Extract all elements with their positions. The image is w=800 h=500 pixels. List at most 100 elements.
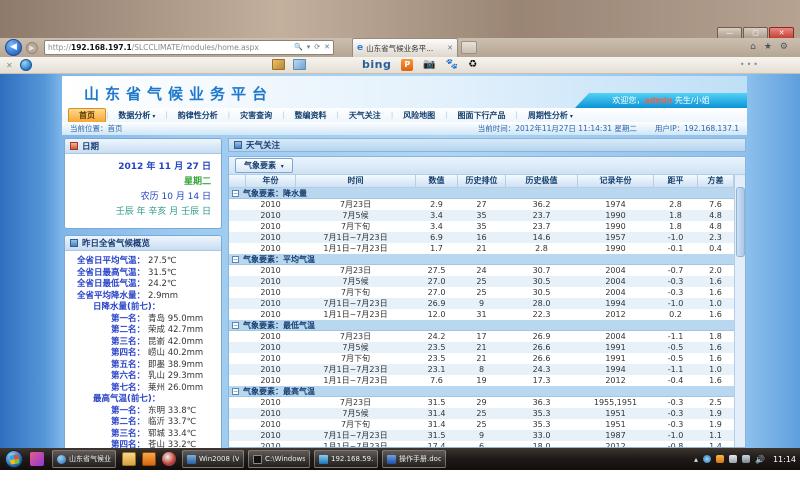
table-cell: 27.0 <box>416 287 458 298</box>
table-cell: -1.0 <box>654 298 698 309</box>
start-button[interactable] <box>5 450 23 468</box>
table-cell: 2012 <box>578 309 654 320</box>
mail-icon[interactable] <box>293 59 306 70</box>
sidebar: 日期 2012 年 11 月 27 日 星期二 农历 10 月 14 日 壬辰 … <box>64 138 222 448</box>
home-icon[interactable]: ⌂ <box>750 42 756 52</box>
table-row[interactable]: 20101月1日~7月23日7.61917.32012-0.41.6 <box>229 375 734 386</box>
nav-item-8[interactable]: 图面下行产品 <box>448 109 516 122</box>
search-icon[interactable]: 🔍 <box>294 41 303 54</box>
close-sidebar-icon[interactable]: ✕ <box>6 61 13 70</box>
system-tray: ▴ 🔊 11:14 <box>694 450 796 468</box>
table-row[interactable]: 20107月5候31.42535.31951-0.31.9 <box>229 408 734 419</box>
camera-icon[interactable]: 📷 <box>423 59 435 70</box>
more-options-icon[interactable]: ••• <box>740 60 760 69</box>
column-header[interactable]: 记录年份 <box>578 175 654 188</box>
table-cell: 31.4 <box>416 408 458 419</box>
refresh-icon[interactable]: ⟳ <box>314 41 320 54</box>
paw-icon[interactable]: 🐾 <box>446 59 458 70</box>
taskbar-window-button[interactable]: 192.168.59.99... <box>314 450 378 468</box>
settings-gear-icon[interactable]: ⚙ <box>780 42 788 52</box>
column-header[interactable]: 数值 <box>416 175 458 188</box>
table-row[interactable]: 20107月1日~7月23日6.91614.61957-1.02.3 <box>229 232 734 243</box>
taskbar-clock[interactable]: 11:14 <box>773 455 796 464</box>
nav-item-6[interactable]: 天气关注 <box>339 109 391 122</box>
table-row[interactable]: 20101月1日~7月23日17.4618.02012-0.81.4 <box>229 441 734 447</box>
taskbar-pinned-app-icon[interactable] <box>142 452 156 466</box>
table-scrollbar[interactable] <box>734 175 745 447</box>
collapse-icon[interactable]: − <box>232 256 239 263</box>
table-row[interactable]: 20101月1日~7月23日1.7212.81990-0.10.4 <box>229 243 734 254</box>
favorites-star-icon[interactable]: ★ <box>764 42 772 52</box>
tray-network-app-icon[interactable] <box>703 455 711 463</box>
element-dropdown-button[interactable]: 气象要素 ▾ <box>235 158 293 173</box>
table-row[interactable]: 20107月1日~7月23日23.1824.31994-1.11.0 <box>229 364 734 375</box>
table-row[interactable]: 20107月下旬23.52126.61991-0.51.6 <box>229 353 734 364</box>
table-cell: 2010 <box>246 221 296 232</box>
collapse-icon[interactable]: − <box>232 388 239 395</box>
table-cell: 7月1日~7月23日 <box>296 298 416 309</box>
bing-logo[interactable]: bing <box>362 58 391 71</box>
tray-action-center-icon[interactable] <box>729 455 737 463</box>
table-row[interactable]: 20107月下旬31.42535.31951-0.31.9 <box>229 419 734 430</box>
forward-button[interactable]: ▶ <box>26 42 38 54</box>
main-content: 天气关注 气象要素 ▾ 年份时间数值历史排位历史极值记录年份距平方差−气象要素：… <box>228 138 746 448</box>
puzzle-icon[interactable]: ♻ <box>468 59 477 70</box>
taskbar-pinned-explorer-icon[interactable] <box>122 452 136 466</box>
favorites-card-icon[interactable] <box>272 59 285 70</box>
table-row[interactable]: 20107月23日24.21726.92004-1.11.8 <box>229 331 734 342</box>
nav-item-1[interactable]: 首页 <box>68 108 106 123</box>
table-row[interactable]: 20107月23日2.92736.219742.87.6 <box>229 199 734 210</box>
scrollbar-thumb[interactable] <box>736 187 745 257</box>
tray-security-icon[interactable] <box>716 455 724 463</box>
table-row[interactable]: 20107月5候27.02530.52004-0.31.6 <box>229 276 734 287</box>
tab-close-icon[interactable]: ✕ <box>447 44 453 52</box>
nav-item-5[interactable]: 整编资料 <box>284 109 336 122</box>
column-header[interactable]: 距平 <box>654 175 698 188</box>
table-row[interactable]: 20107月下旬27.02530.52004-0.31.6 <box>229 287 734 298</box>
column-header[interactable]: 时间 <box>296 175 416 188</box>
collapse-icon[interactable]: − <box>232 190 239 197</box>
msn-compass-icon[interactable] <box>20 59 32 71</box>
taskbar-pinned-media-icon[interactable] <box>30 452 44 466</box>
table-row[interactable]: 20101月1日~7月23日12.03122.320120.21.6 <box>229 309 734 320</box>
column-header[interactable]: 方差 <box>698 175 734 188</box>
taskbar-window-button[interactable]: Win2008 (VS2... <box>182 450 244 468</box>
bing-p-icon[interactable]: P <box>401 59 413 71</box>
nav-item-9[interactable]: 周期性分析▾ <box>518 109 583 122</box>
nav-item-3[interactable]: 韵律性分析 <box>168 109 228 122</box>
table-row[interactable]: 20107月1日~7月23日31.5933.01987-1.01.1 <box>229 430 734 441</box>
address-bar[interactable]: http:// 192.168.197.1 /SLCCLIMATE/module… <box>44 40 334 55</box>
table-cell: 2010 <box>246 309 296 320</box>
taskbar-window-button[interactable]: C:\Windows\s... <box>248 450 310 468</box>
nav-item-7[interactable]: 风险地图 <box>393 109 445 122</box>
table-row[interactable]: 20107月23日27.52430.72004-0.72.0 <box>229 265 734 276</box>
column-header[interactable]: 年份 <box>246 175 296 188</box>
table-row[interactable]: 20107月下旬3.43523.719901.84.8 <box>229 221 734 232</box>
table-cell: 7.6 <box>416 375 458 386</box>
new-tab-button[interactable] <box>461 41 477 54</box>
taskbar-window-button[interactable]: 山东省气候业务平... <box>52 450 116 468</box>
taskbar-window-button[interactable]: 操作手册.docx ... <box>382 450 446 468</box>
tray-volume-icon[interactable]: 🔊 <box>755 455 765 464</box>
taskbar-pinned-player-icon[interactable] <box>162 452 176 466</box>
collapse-icon[interactable]: − <box>232 322 239 329</box>
nav-item-4[interactable]: 灾害查询 <box>230 109 282 122</box>
back-button[interactable]: ◀ <box>5 39 22 56</box>
chevron-down-icon[interactable]: ▾ <box>307 41 311 54</box>
tray-expand-icon[interactable]: ▴ <box>694 455 698 464</box>
column-header[interactable]: 历史排位 <box>458 175 506 188</box>
column-header[interactable]: 历史极值 <box>506 175 578 188</box>
stop-icon[interactable]: ✕ <box>324 41 330 54</box>
tray-network-icon[interactable] <box>742 455 750 463</box>
table-row[interactable]: 20107月23日31.52936.31955,1951-0.32.5 <box>229 397 734 408</box>
table-cell: 23.5 <box>416 342 458 353</box>
table-row[interactable]: 20107月1日~7月23日26.9928.01994-1.01.0 <box>229 298 734 309</box>
browser-tab[interactable]: e 山东省气候业务平... ✕ <box>352 38 458 57</box>
table-row[interactable]: 20107月5候3.43523.719901.84.8 <box>229 210 734 221</box>
table-row[interactable]: 20107月5候23.52126.61991-0.51.6 <box>229 342 734 353</box>
table-cell: 6.9 <box>416 232 458 243</box>
chevron-down-icon: ▾ <box>570 113 573 120</box>
nav-item-2[interactable]: 数据分析▾ <box>108 109 165 122</box>
table-cell: 2.8 <box>506 243 578 254</box>
row-expand-cell <box>229 199 246 210</box>
